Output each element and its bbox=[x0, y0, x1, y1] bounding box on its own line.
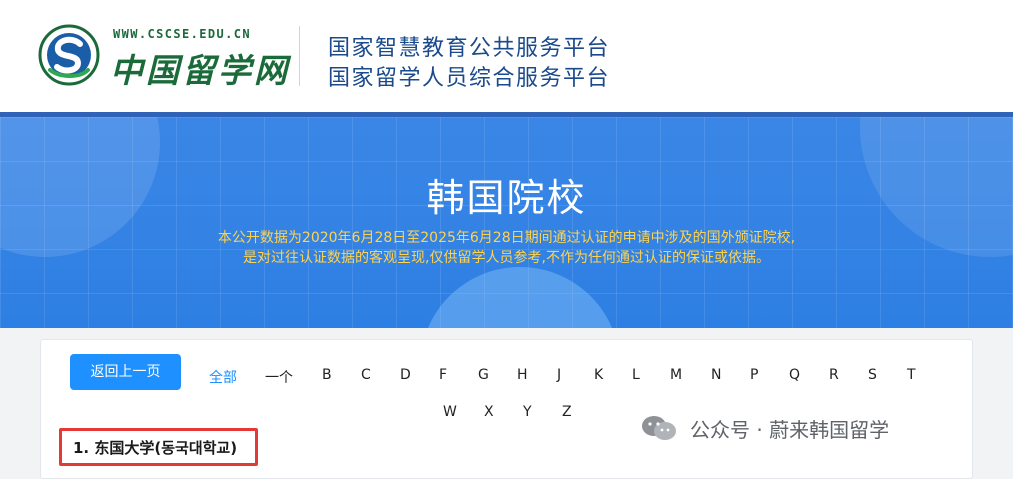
platform-name-line2: 国家留学人员综合服务平台 bbox=[328, 66, 611, 91]
filter-letter[interactable]: T bbox=[907, 367, 916, 383]
filter-letter[interactable]: F bbox=[439, 367, 447, 383]
logo-wordmark[interactable]: 中国留学网 bbox=[110, 44, 290, 92]
hero-banner: 韩国院校 本公开数据为2020年6月28日至2025年6月28日期间通过认证的申… bbox=[0, 112, 1013, 328]
filter-letter[interactable]: H bbox=[517, 367, 528, 383]
filter-letter[interactable]: B bbox=[322, 367, 332, 383]
filter-letter[interactable]: S bbox=[868, 367, 877, 383]
filter-letter[interactable]: 一个 bbox=[265, 367, 293, 387]
logo-url: WWW.CSCSE.EDU.CN bbox=[113, 27, 251, 41]
filter-letter[interactable]: D bbox=[400, 367, 411, 383]
filter-letter[interactable]: N bbox=[711, 367, 721, 383]
back-button[interactable]: 返回上一页 bbox=[70, 354, 181, 390]
disclaimer-line2: 是对过往认证数据的客观呈现,仅供留学人员参考,不作为任何通过认证的保证或依据。 bbox=[243, 250, 770, 266]
filter-letter[interactable]: L bbox=[632, 367, 640, 383]
platform-name-line1: 国家智慧教育公共服务平台 bbox=[328, 36, 611, 61]
filter-letter[interactable]: M bbox=[670, 367, 682, 383]
page-title: 韩国院校 bbox=[426, 176, 587, 220]
filter-all[interactable]: 全部 bbox=[209, 367, 237, 387]
filter-letter[interactable]: G bbox=[478, 367, 489, 383]
filter-letter[interactable]: Z bbox=[562, 404, 572, 420]
filter-letter[interactable]: R bbox=[829, 367, 839, 383]
filter-letter[interactable]: K bbox=[594, 367, 603, 383]
school-list-card: 返回上一页 全部 一个 B C D F G H J K L M N P Q R … bbox=[40, 339, 973, 479]
filter-letter[interactable]: Q bbox=[789, 367, 800, 383]
filter-letter[interactable]: P bbox=[750, 367, 758, 383]
filter-letter[interactable]: J bbox=[557, 367, 561, 383]
header-divider bbox=[299, 26, 300, 86]
logo-emblem-icon[interactable] bbox=[38, 24, 100, 86]
filter-letter[interactable]: W bbox=[443, 404, 457, 420]
wechat-icon bbox=[642, 416, 676, 440]
filter-letter[interactable]: C bbox=[361, 367, 371, 383]
filter-letter[interactable]: Y bbox=[523, 404, 532, 420]
highlighted-school-item[interactable]: 1. 东国大学(동국대학교) bbox=[59, 428, 258, 466]
watermark-text: 公众号 · 蔚来韩国留学 bbox=[690, 417, 890, 442]
disclaimer-line1: 本公开数据为2020年6月28日至2025年6月28日期间通过认证的申请中涉及的… bbox=[217, 230, 796, 246]
filter-letter[interactable]: X bbox=[484, 404, 494, 420]
school-name[interactable]: 1. 东国大学(동국대학교) bbox=[73, 437, 237, 458]
wechat-watermark: 公众号 · 蔚来韩国留学 bbox=[640, 410, 889, 446]
site-header: WWW.CSCSE.EDU.CN 中国留学网 国家智慧教育公共服务平台 国家留学… bbox=[0, 0, 1013, 112]
